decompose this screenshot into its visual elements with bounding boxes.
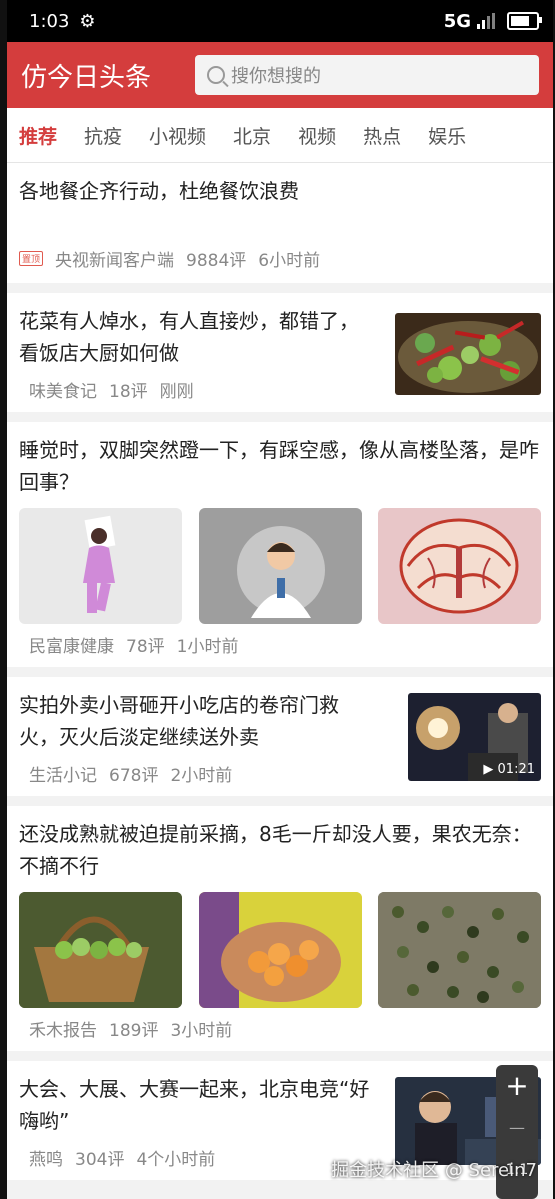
tab-video[interactable]: 视频 — [298, 122, 336, 149]
news-comments: 78评 — [126, 637, 165, 657]
news-time: 3小时前 — [170, 1021, 233, 1041]
tab-hot[interactable]: 热点 — [363, 122, 401, 149]
news-title: 各地餐企齐行动，杜绝餐饮浪费 — [19, 179, 299, 203]
tab-epidemic[interactable]: 抗疫 — [84, 122, 122, 149]
fruit-pile-image — [378, 892, 541, 1008]
app-header: 仿今日头条 搜你想搜的 — [7, 42, 553, 108]
stir-fry-image — [395, 313, 541, 395]
news-title: 花菜有人焯水，有人直接炒，都错了，看饭店大厨如何做 — [19, 309, 359, 365]
network-label: 5G — [443, 10, 471, 32]
news-title: 睡觉时，双脚突然蹬一下，有踩空感，像从高楼坠落，是咋回事？ — [19, 438, 539, 494]
category-tabs: 推荐 抗疫 小视频 北京 视频 热点 娱乐 — [7, 108, 553, 163]
news-comments: 18评 — [109, 382, 148, 402]
news-source: 味美食记 — [29, 382, 97, 402]
person-illustration — [83, 515, 116, 613]
news-source: 民富康健康 — [29, 637, 114, 657]
gear-icon: ⚙ — [79, 10, 96, 32]
search-icon — [207, 66, 225, 84]
news-title: 还没成熟就被迫提前采摘，8毛一斤却没人要，果农无奈：不摘不行 — [19, 822, 532, 878]
news-image — [378, 508, 541, 624]
news-thumbnail — [395, 313, 541, 395]
news-comments: 678评 — [109, 766, 159, 786]
hands-fruit-image — [198, 892, 362, 1008]
news-image — [198, 892, 362, 1008]
news-title: 实拍外卖小哥砸开小吃店的卷帘门救火，灭火后淡定继续送外卖 — [19, 693, 339, 749]
zoom-out-button[interactable]: — — [496, 1107, 538, 1149]
news-item[interactable]: 实拍外卖小哥砸开小吃店的卷帘门救火，灭火后淡定继续送外卖 生活小记 678评 2… — [7, 677, 553, 796]
news-image — [19, 508, 182, 624]
tab-short-video[interactable]: 小视频 — [149, 122, 206, 149]
news-image — [198, 508, 362, 624]
news-item[interactable]: 花菜有人焯水，有人直接炒，都错了，看饭店大厨如何做 味美食记 18评 刚刚 — [7, 293, 553, 412]
status-bar: 1:03 ⚙ 5G — [7, 0, 553, 42]
news-source: 禾木报告 — [29, 1021, 97, 1041]
brain-illustration — [399, 518, 519, 614]
tab-beijing[interactable]: 北京 — [233, 122, 271, 149]
news-time: 6小时前 — [258, 251, 321, 271]
doctor-illustration — [236, 526, 325, 618]
fruit-basket-image — [19, 892, 182, 1008]
news-source: 燕鸣 — [29, 1150, 63, 1170]
news-time: 刚刚 — [159, 382, 194, 402]
zoom-in-button[interactable]: + — [496, 1065, 538, 1107]
news-item[interactable]: 各地餐企齐行动，杜绝餐饮浪费 置顶 央视新闻客户端 9884评 6小时前 — [7, 163, 553, 283]
news-item[interactable]: 睡觉时，双脚突然蹬一下，有踩空感，像从高楼坠落，是咋回事？ 民富康健康 78评 … — [7, 422, 553, 667]
phone-screen: 1:03 ⚙ 5G 仿今日头条 搜你想搜的 推荐 抗疫 小视频 北京 视频 热点… — [7, 0, 553, 1199]
news-time: 2小时前 — [170, 766, 233, 786]
news-time: 4个小时前 — [136, 1150, 216, 1170]
search-placeholder: 搜你想搜的 — [231, 66, 321, 87]
news-source: 生活小记 — [29, 766, 97, 786]
news-title: 大会、大展、大赛一起来，北京电竞“好嗨哟” — [19, 1077, 370, 1133]
app-title: 仿今日头条 — [21, 62, 152, 93]
watermark: 掘金技术社区 @ Serein7 — [331, 1160, 537, 1181]
tab-recommend[interactable]: 推荐 — [19, 122, 57, 149]
battery-icon — [507, 12, 542, 30]
news-item[interactable]: 还没成熟就被迫提前采摘，8毛一斤却没人要，果农无奈：不摘不行 禾木报告 189评… — [7, 806, 553, 1051]
news-comments: 9884评 — [186, 251, 247, 271]
tab-entertainment[interactable]: 娱乐 — [428, 122, 466, 149]
news-source: 央视新闻客户端 — [55, 251, 175, 271]
clock: 1:03 — [29, 10, 70, 32]
news-comments: 304评 — [75, 1150, 125, 1170]
news-image — [19, 892, 182, 1008]
video-duration: ▶ 01:21 — [483, 762, 535, 777]
pinned-badge: 置顶 — [19, 251, 44, 266]
news-image — [378, 892, 541, 1008]
video-thumbnail[interactable]: ▶ 01:21 — [408, 693, 541, 781]
news-time: 1小时前 — [176, 637, 239, 657]
signal-icon — [477, 13, 495, 29]
search-box[interactable]: 搜你想搜的 — [195, 55, 539, 95]
news-comments: 189评 — [109, 1021, 159, 1041]
